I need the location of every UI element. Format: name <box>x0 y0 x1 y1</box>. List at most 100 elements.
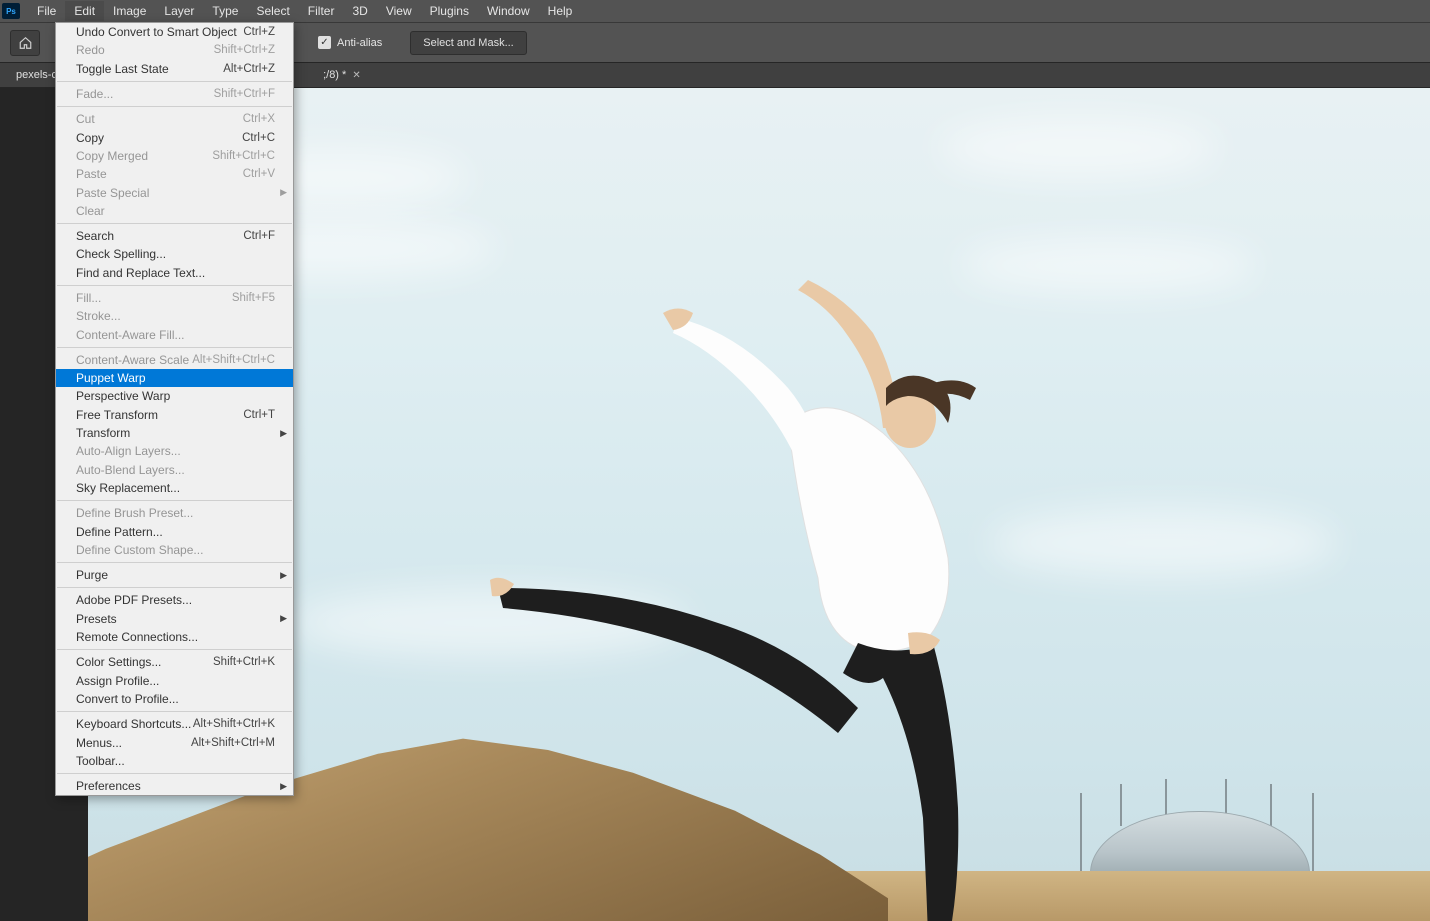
menu-item-transform[interactable]: Transform ▶ <box>56 424 293 442</box>
menu-item-fade: Fade...Shift+Ctrl+F <box>56 85 293 103</box>
menu-item-auto-blend-layers: Auto-Blend Layers... <box>56 461 293 479</box>
edit-menu-dropdown: Undo Convert to Smart ObjectCtrl+ZRedoSh… <box>55 22 294 796</box>
menu-item-define-custom-shape: Define Custom Shape... <box>56 541 293 559</box>
menu-item-menus[interactable]: Menus...Alt+Shift+Ctrl+M <box>56 733 293 751</box>
menu-item-label: Search <box>76 229 114 243</box>
menu-item-label: Sky Replacement... <box>76 481 180 495</box>
menu-item-free-transform[interactable]: Free Transform Ctrl+T <box>56 406 293 424</box>
menu-item-label: Presets <box>76 612 117 626</box>
menu-item-label: Puppet Warp <box>76 371 146 385</box>
menu-separator <box>57 649 292 650</box>
menu-item-perspective-warp[interactable]: Perspective Warp <box>56 387 293 405</box>
document-tab-continued[interactable]: ;/8) * ✕ <box>313 65 371 85</box>
menu-item-shortcut: Ctrl+T <box>243 409 275 421</box>
menubar-item-window[interactable]: Window <box>478 1 539 21</box>
app-icon: Ps <box>2 3 20 19</box>
menu-item-toggle-last-state[interactable]: Toggle Last StateAlt+Ctrl+Z <box>56 60 293 78</box>
select-and-mask-button[interactable]: Select and Mask... <box>410 31 527 55</box>
menu-item-define-brush-preset: Define Brush Preset... <box>56 504 293 522</box>
menubar-item-file[interactable]: File <box>28 1 65 21</box>
menu-separator <box>57 223 292 224</box>
menu-separator <box>57 106 292 107</box>
menu-item-purge[interactable]: Purge▶ <box>56 566 293 584</box>
home-button[interactable] <box>10 30 40 56</box>
menu-item-fill: Fill... Shift+F5 <box>56 289 293 307</box>
submenu-arrow-icon: ▶ <box>280 781 287 792</box>
menubar-item-view[interactable]: View <box>377 1 421 21</box>
menu-item-shortcut: Shift+F5 <box>232 292 275 304</box>
menu-item-label: Define Pattern... <box>76 525 163 539</box>
menu-item-label: Remote Connections... <box>76 630 198 644</box>
menubar-item-select[interactable]: Select <box>247 1 298 21</box>
anti-alias-option[interactable]: ✓ Anti-alias <box>318 36 382 49</box>
menu-item-shortcut: Ctrl+V <box>243 168 275 180</box>
menu-item-label: Menus... <box>76 736 122 750</box>
menubar-item-plugins[interactable]: Plugins <box>421 1 478 21</box>
menu-item-label: Convert to Profile... <box>76 692 179 706</box>
menu-item-label: Check Spelling... <box>76 247 166 261</box>
menu-item-label: Clear <box>76 204 105 218</box>
menu-item-shortcut: Alt+Ctrl+Z <box>223 63 275 75</box>
menu-item-label: Find and Replace Text... <box>76 266 205 280</box>
menu-item-find-and-replace-text[interactable]: Find and Replace Text... <box>56 264 293 282</box>
menu-item-label: Fill... <box>76 291 101 305</box>
menu-item-label: Perspective Warp <box>76 389 170 403</box>
menu-item-sky-replacement[interactable]: Sky Replacement... <box>56 479 293 497</box>
menu-item-label: Auto-Align Layers... <box>76 444 181 458</box>
menu-item-label: Free Transform <box>76 408 158 422</box>
menu-item-presets[interactable]: Presets▶ <box>56 610 293 628</box>
menu-item-content-aware-fill: Content-Aware Fill... <box>56 325 293 343</box>
menubar-item-help[interactable]: Help <box>539 1 582 21</box>
menu-item-label: Undo Convert to Smart Object <box>76 25 237 39</box>
menubar: Ps FileEditImageLayerTypeSelectFilter3DV… <box>0 0 1430 22</box>
menu-item-label: Content-Aware Scale <box>76 353 189 367</box>
menubar-item-filter[interactable]: Filter <box>299 1 344 21</box>
menu-item-check-spelling[interactable]: Check Spelling... <box>56 245 293 263</box>
home-icon <box>18 36 33 50</box>
menu-item-color-settings[interactable]: Color Settings...Shift+Ctrl+K <box>56 653 293 671</box>
menu-item-label: Keyboard Shortcuts... <box>76 717 191 731</box>
menu-item-label: Transform <box>76 426 130 440</box>
menu-separator <box>57 773 292 774</box>
menu-item-label: Cut <box>76 112 95 126</box>
menu-item-toolbar[interactable]: Toolbar... <box>56 752 293 770</box>
menu-item-label: Color Settings... <box>76 655 161 669</box>
menu-separator <box>57 711 292 712</box>
close-tab-icon[interactable]: ✕ <box>352 70 360 81</box>
menu-item-preferences[interactable]: Preferences▶ <box>56 777 293 795</box>
menu-item-copy[interactable]: CopyCtrl+C <box>56 128 293 146</box>
menu-item-remote-connections[interactable]: Remote Connections... <box>56 628 293 646</box>
menubar-item-3d[interactable]: 3D <box>343 1 376 21</box>
menubar-item-image[interactable]: Image <box>104 1 155 21</box>
menu-item-keyboard-shortcuts[interactable]: Keyboard Shortcuts...Alt+Shift+Ctrl+K <box>56 715 293 733</box>
menu-item-label: Define Brush Preset... <box>76 506 193 520</box>
menu-item-puppet-warp[interactable]: Puppet Warp <box>56 369 293 387</box>
building-graphic <box>1050 786 1350 881</box>
menu-item-search[interactable]: SearchCtrl+F <box>56 227 293 245</box>
submenu-arrow-icon: ▶ <box>280 570 287 581</box>
menu-item-label: Paste Special <box>76 186 149 200</box>
document-tab-suffix: ;/8) * <box>323 69 346 81</box>
menu-item-label: Define Custom Shape... <box>76 543 203 557</box>
menu-separator <box>57 285 292 286</box>
menu-item-paste: PasteCtrl+V <box>56 165 293 183</box>
menu-separator <box>57 347 292 348</box>
menubar-item-layer[interactable]: Layer <box>155 1 203 21</box>
menu-item-label: Toolbar... <box>76 754 125 768</box>
menu-item-cut: CutCtrl+X <box>56 110 293 128</box>
menubar-item-edit[interactable]: Edit <box>65 1 104 21</box>
menu-item-label: Content-Aware Fill... <box>76 328 185 342</box>
menu-item-label: Copy Merged <box>76 149 148 163</box>
menubar-item-type[interactable]: Type <box>203 1 247 21</box>
menu-separator <box>57 500 292 501</box>
menu-item-convert-to-profile[interactable]: Convert to Profile... <box>56 690 293 708</box>
menu-separator <box>57 562 292 563</box>
menu-item-assign-profile[interactable]: Assign Profile... <box>56 672 293 690</box>
menu-item-adobe-pdf-presets[interactable]: Adobe PDF Presets... <box>56 591 293 609</box>
menu-item-define-pattern[interactable]: Define Pattern... <box>56 522 293 540</box>
submenu-arrow-icon: ▶ <box>280 428 287 439</box>
menu-item-redo: RedoShift+Ctrl+Z <box>56 41 293 59</box>
menu-item-label: Fade... <box>76 87 113 101</box>
menu-item-shortcut: Alt+Shift+Ctrl+C <box>192 354 275 366</box>
menu-item-undo-convert-to-smart-object[interactable]: Undo Convert to Smart ObjectCtrl+Z <box>56 23 293 41</box>
